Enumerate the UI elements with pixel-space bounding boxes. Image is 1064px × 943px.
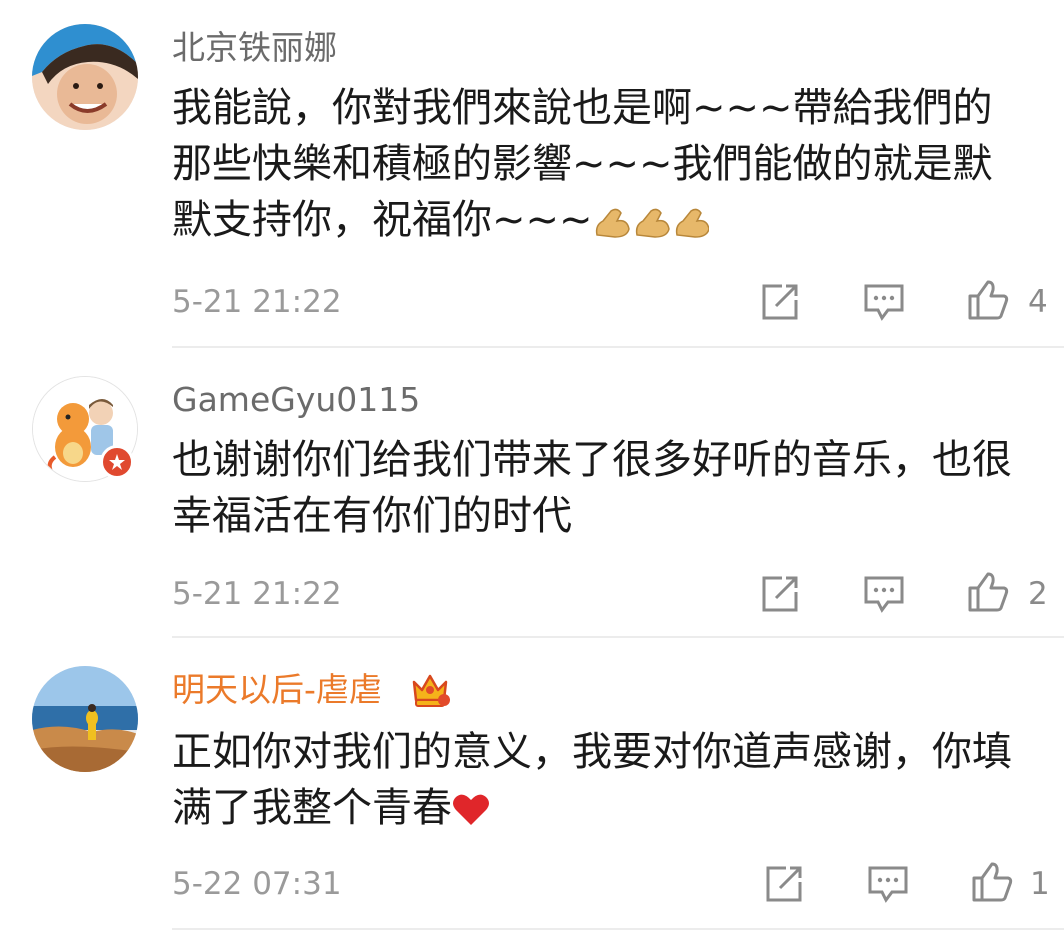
divider xyxy=(172,636,1064,638)
comment-time: 5-22 07:31 xyxy=(172,866,342,902)
like-icon[interactable] xyxy=(970,862,1014,902)
avatar[interactable] xyxy=(32,24,138,130)
flexed-biceps-icon xyxy=(593,198,710,254)
comment-text-content: 也谢谢你们给我们带来了很多好听的音乐，也很幸福活在有你们的时代 xyxy=(172,437,1012,539)
comment-icon[interactable] xyxy=(862,282,906,322)
comment-icon[interactable] xyxy=(866,864,910,904)
red-heart-icon xyxy=(452,786,490,842)
like-count: 1 xyxy=(1030,866,1050,902)
comment-icon[interactable] xyxy=(862,574,906,614)
comment-text-content: 正如你对我们的意义，我要对你道声感谢，你填满了我整个青春 xyxy=(172,729,1012,831)
repost-icon[interactable] xyxy=(758,282,802,322)
username[interactable]: GameGyu0115 xyxy=(172,380,420,420)
username[interactable]: 北京铁丽娜 xyxy=(172,28,337,68)
comment-time: 5-21 21:22 xyxy=(172,576,342,612)
username[interactable]: 明天以后-虐虐 xyxy=(172,670,382,710)
avatar[interactable] xyxy=(32,666,138,772)
like-icon[interactable] xyxy=(966,280,1010,320)
like-icon[interactable] xyxy=(966,572,1010,612)
divider xyxy=(172,346,1064,348)
vip-crown-icon xyxy=(408,668,452,710)
divider xyxy=(172,928,1064,930)
comment-text-content: 我能說，你對我們來說也是啊~~~帶給我們的那些快樂和積極的影響~~~我們能做的就… xyxy=(172,85,993,243)
comment-text: 我能說，你對我們來說也是啊~~~帶給我們的那些快樂和積極的影響~~~我們能做的就… xyxy=(172,80,1032,254)
like-count: 2 xyxy=(1028,576,1048,612)
comment-time: 5-21 21:22 xyxy=(172,284,342,320)
repost-icon[interactable] xyxy=(762,864,806,904)
comment-text: 也谢谢你们给我们带来了很多好听的音乐，也很幸福活在有你们的时代 xyxy=(172,432,1032,544)
repost-icon[interactable] xyxy=(758,574,802,614)
like-count: 4 xyxy=(1028,284,1048,320)
comment-text: 正如你对我们的意义，我要对你道声感谢，你填满了我整个青春 xyxy=(172,724,1032,842)
verified-badge-icon xyxy=(100,445,134,479)
